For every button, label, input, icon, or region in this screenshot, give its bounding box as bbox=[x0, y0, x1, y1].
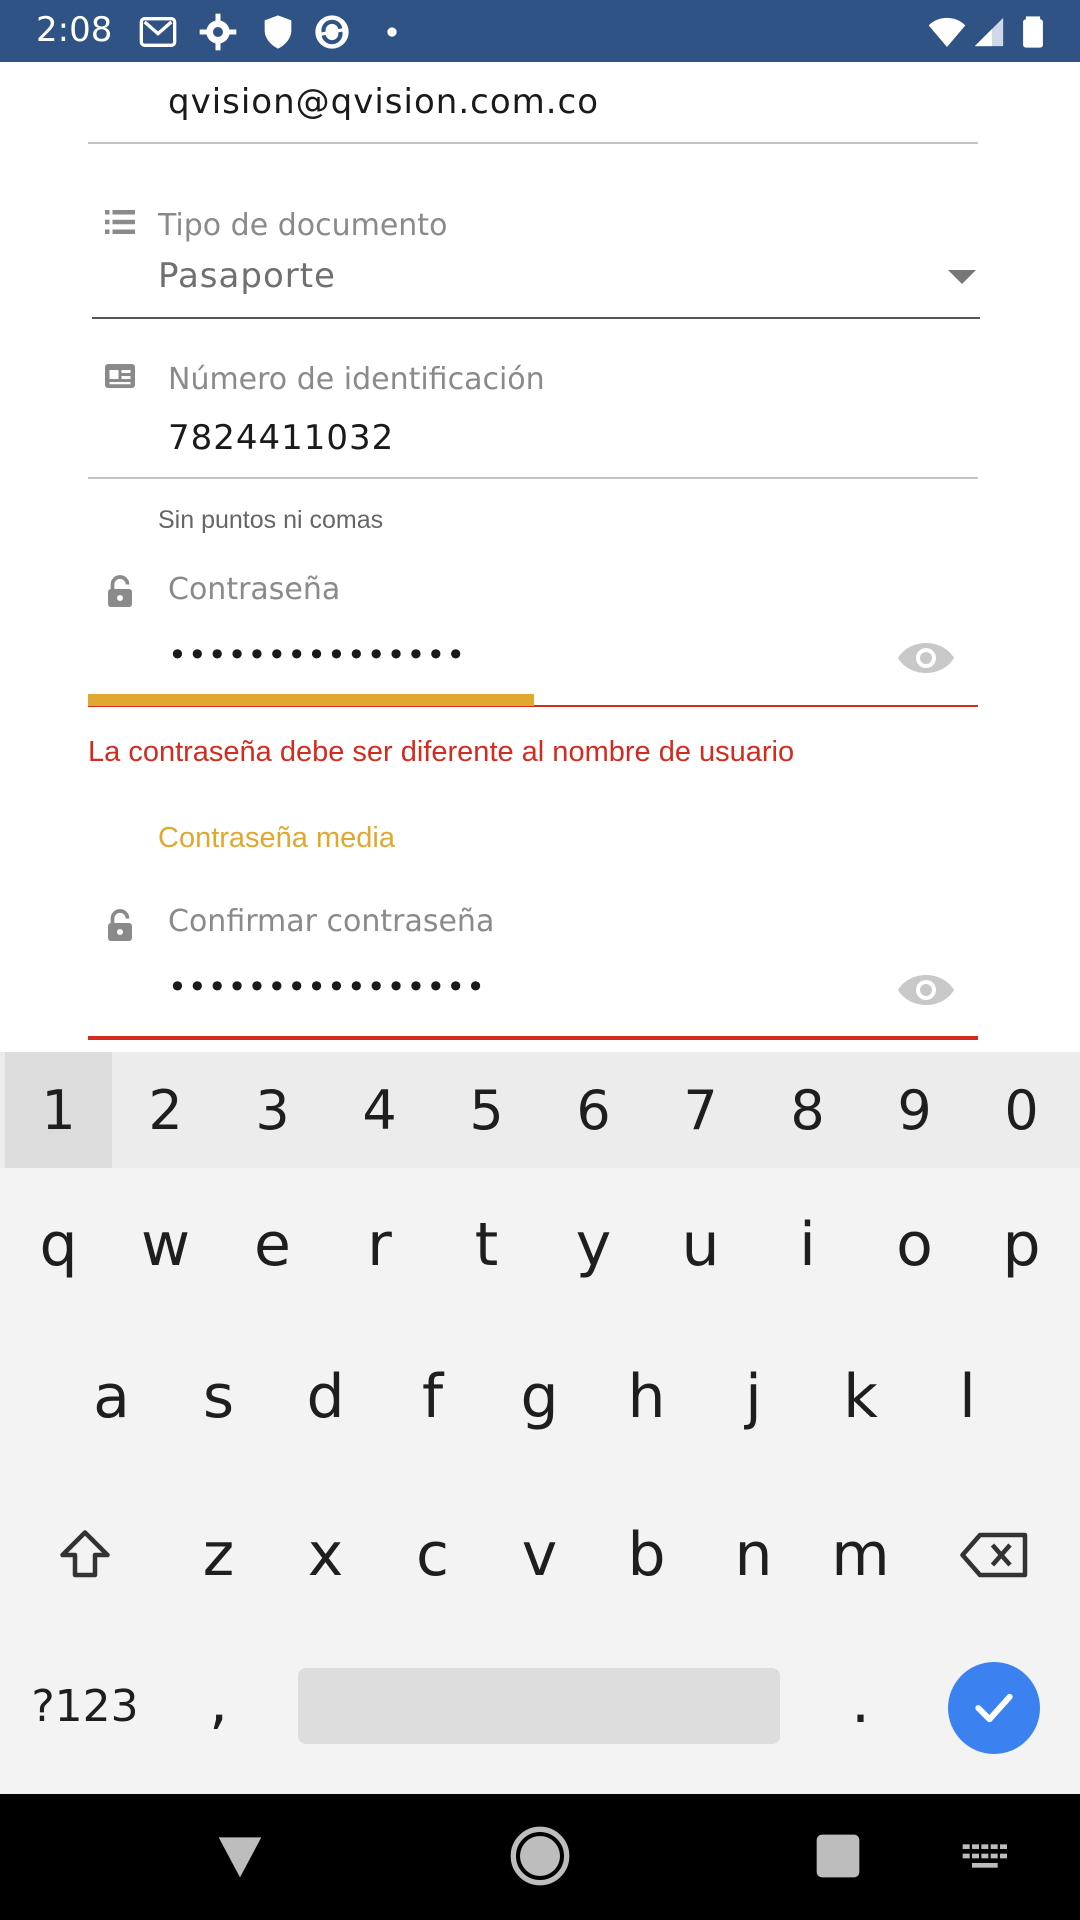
key-c[interactable]: c bbox=[379, 1490, 486, 1620]
key-k[interactable]: k bbox=[807, 1332, 914, 1462]
navigation-bar bbox=[0, 1794, 1080, 1920]
id-card-icon bbox=[102, 358, 138, 394]
lock-icon bbox=[102, 574, 138, 610]
settings-icon bbox=[198, 12, 238, 52]
key-4[interactable]: 4 bbox=[326, 1052, 433, 1168]
key-v[interactable]: v bbox=[486, 1490, 593, 1620]
confirm-password-input[interactable]: •••••••••••••••• bbox=[168, 968, 486, 1006]
key-a[interactable]: a bbox=[58, 1332, 165, 1462]
key-w[interactable]: w bbox=[112, 1180, 219, 1310]
document-type-select[interactable]: Pasaporte bbox=[158, 256, 336, 296]
key-i[interactable]: i bbox=[754, 1180, 861, 1310]
key-5[interactable]: 5 bbox=[433, 1052, 540, 1168]
key-2[interactable]: 2 bbox=[112, 1052, 219, 1168]
keyboard: 1 2 3 4 5 6 7 8 9 0 q w e r t y u i o p … bbox=[0, 1052, 1080, 1794]
key-r[interactable]: r bbox=[326, 1180, 433, 1310]
backspace-icon[interactable] bbox=[940, 1490, 1050, 1620]
key-h[interactable]: h bbox=[593, 1332, 700, 1462]
sync-app-icon bbox=[312, 12, 352, 52]
shift-icon[interactable] bbox=[30, 1490, 140, 1620]
key-o[interactable]: o bbox=[861, 1180, 968, 1310]
key-j[interactable]: j bbox=[700, 1332, 807, 1462]
key-p[interactable]: p bbox=[968, 1180, 1075, 1310]
list-icon bbox=[102, 204, 138, 240]
key-0[interactable]: 0 bbox=[968, 1052, 1075, 1168]
key-u[interactable]: u bbox=[647, 1180, 754, 1310]
enter-button[interactable] bbox=[948, 1662, 1040, 1754]
password-strength-bar bbox=[88, 694, 534, 706]
space-bar[interactable] bbox=[298, 1668, 780, 1744]
shield-icon bbox=[258, 12, 298, 52]
battery-icon bbox=[1016, 12, 1050, 52]
keyboard-number-row: 1 2 3 4 5 6 7 8 9 0 bbox=[0, 1052, 1080, 1168]
key-e[interactable]: e bbox=[219, 1180, 326, 1310]
status-bar: 2:08 bbox=[0, 0, 1080, 62]
wifi-icon bbox=[924, 12, 970, 52]
key-m[interactable]: m bbox=[807, 1490, 914, 1620]
eye-icon[interactable] bbox=[896, 968, 956, 1012]
key-3[interactable]: 3 bbox=[219, 1052, 326, 1168]
document-type-label: Tipo de documento bbox=[158, 208, 448, 243]
key-n[interactable]: n bbox=[700, 1490, 807, 1620]
id-number-helper: Sin puntos ni comas bbox=[158, 506, 384, 534]
lock-icon bbox=[102, 908, 138, 944]
key-q[interactable]: q bbox=[5, 1180, 112, 1310]
id-number-underline bbox=[88, 477, 978, 479]
confirm-password-underline bbox=[88, 1036, 978, 1040]
signal-icon bbox=[972, 12, 1006, 52]
key-7[interactable]: 7 bbox=[647, 1052, 754, 1168]
key-t[interactable]: t bbox=[433, 1180, 540, 1310]
key-g[interactable]: g bbox=[486, 1332, 593, 1462]
password-input[interactable]: ••••••••••••••• bbox=[168, 636, 466, 674]
key-8[interactable]: 8 bbox=[754, 1052, 861, 1168]
id-number-label: Número de identificación bbox=[168, 362, 545, 397]
key-z[interactable]: z bbox=[165, 1490, 272, 1620]
key-l[interactable]: l bbox=[914, 1332, 1021, 1462]
key-1[interactable]: 1 bbox=[5, 1052, 112, 1168]
home-icon[interactable] bbox=[508, 1824, 572, 1888]
password-error: La contraseña debe ser diferente al nomb… bbox=[88, 736, 795, 768]
password-strength-text: Contraseña media bbox=[158, 822, 395, 854]
key-d[interactable]: d bbox=[272, 1332, 379, 1462]
dot-icon bbox=[378, 12, 406, 52]
password-label: Contraseña bbox=[168, 572, 341, 607]
checkmark-icon bbox=[975, 1693, 1013, 1723]
key-y[interactable]: y bbox=[540, 1180, 647, 1310]
key-9[interactable]: 9 bbox=[861, 1052, 968, 1168]
chevron-down-icon[interactable] bbox=[948, 270, 976, 284]
keyboard-switch-icon[interactable] bbox=[958, 1824, 1014, 1888]
symbols-key[interactable]: ?123 bbox=[20, 1664, 150, 1748]
key-f[interactable]: f bbox=[379, 1332, 486, 1462]
registration-form: qvision@qvision.com.co Tipo de documento… bbox=[0, 62, 1080, 1052]
eye-icon[interactable] bbox=[896, 636, 956, 680]
back-icon[interactable] bbox=[208, 1824, 272, 1888]
key-x[interactable]: x bbox=[272, 1490, 379, 1620]
key-comma[interactable]: , bbox=[165, 1642, 272, 1762]
key-6[interactable]: 6 bbox=[540, 1052, 647, 1168]
document-type-underline bbox=[92, 317, 980, 319]
key-b[interactable]: b bbox=[593, 1490, 700, 1620]
status-time: 2:08 bbox=[36, 10, 113, 50]
recents-icon[interactable] bbox=[806, 1824, 870, 1888]
key-period[interactable]: . bbox=[807, 1642, 914, 1762]
gmail-icon bbox=[138, 12, 178, 52]
email-field[interactable]: qvision@qvision.com.co bbox=[168, 82, 599, 122]
id-number-input[interactable]: 7824411032 bbox=[168, 418, 394, 458]
confirm-password-label: Confirmar contraseña bbox=[168, 904, 495, 939]
email-underline bbox=[88, 142, 978, 144]
key-s[interactable]: s bbox=[165, 1332, 272, 1462]
